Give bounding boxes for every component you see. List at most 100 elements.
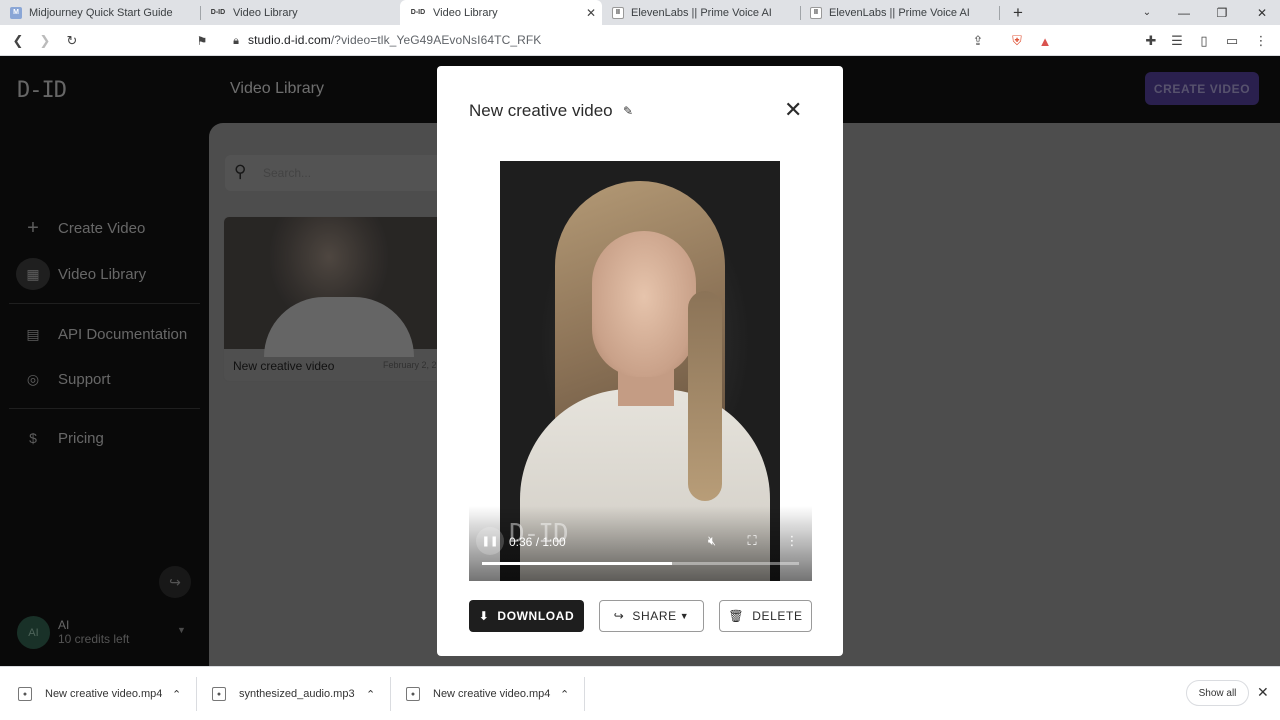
- url-path: /?video=tlk_YeG49AEvoNsI64TC_RFK: [330, 33, 542, 47]
- download-filename: New creative video.mp4: [45, 688, 163, 700]
- tab-search-icon[interactable]: ⌄: [1130, 0, 1164, 25]
- download-label: DOWNLOAD: [497, 609, 575, 623]
- tab-label: Video Library: [233, 6, 298, 19]
- sidebar-item-label: Video Library: [58, 265, 147, 283]
- back-icon[interactable]: ❮: [8, 31, 28, 51]
- share-button[interactable]: ↪ SHARE ▼: [599, 600, 704, 632]
- more-options-icon[interactable]: ⋮: [783, 532, 801, 550]
- video-player[interactable]: D-ID ❚❚ 0:36 / 1:00 🔇︎ ⛶ ⋮: [469, 161, 812, 581]
- sidebar-item-video-library[interactable]: ▦ Video Library: [16, 258, 146, 290]
- reading-list-icon[interactable]: ☰: [1167, 31, 1187, 51]
- sidebar-divider: [9, 303, 200, 304]
- browser-toolbar: ❮ ❯ ↻ ⚑ 🔒︎ studio.d-id.com/?video=tlk_Ye…: [0, 25, 1280, 56]
- downloads-bar: ● New creative video.mp4 ⌃ ● synthesized…: [0, 666, 1280, 720]
- download-filename: synthesized_audio.mp3: [239, 688, 355, 700]
- midjourney-favicon-icon: M: [10, 6, 22, 19]
- tab-label: Midjourney Quick Start Guide: [29, 6, 173, 19]
- page-title: Video Library: [230, 80, 324, 97]
- close-downloads-icon[interactable]: ✕: [1257, 684, 1269, 701]
- user-name: AI: [58, 618, 70, 632]
- create-video-button[interactable]: CREATE VIDEO: [1145, 72, 1259, 105]
- chevron-up-icon[interactable]: ⌃: [560, 667, 569, 720]
- video-modal: New creative video ✎ ✕ D-ID ❚❚ 0:36 / 1:…: [437, 66, 843, 656]
- sidebar-item-support[interactable]: ◎ Support: [16, 363, 111, 395]
- tab-midjourney[interactable]: M Midjourney Quick Start Guide: [0, 0, 200, 25]
- delete-button[interactable]: 🗑︎ DELETE: [719, 600, 812, 632]
- share-page-icon[interactable]: ⇪: [968, 31, 988, 51]
- elevenlabs-favicon-icon: II: [810, 6, 822, 19]
- brave-shield-icon[interactable]: ⛨: [1007, 31, 1027, 51]
- mute-icon[interactable]: 🔇︎: [703, 532, 721, 550]
- sidebar-item-create-video[interactable]: + Create Video: [16, 212, 145, 244]
- sidebar-toggle-icon[interactable]: ▯: [1194, 31, 1214, 51]
- chevron-down-icon: ▼: [679, 611, 690, 621]
- chevron-up-icon[interactable]: ⌃: [172, 667, 181, 720]
- download-item[interactable]: ● synthesized_audio.mp3: [212, 667, 355, 720]
- presenter-face: [592, 231, 696, 377]
- search-input[interactable]: ⚲ Search...: [225, 155, 445, 191]
- share-icon: ↪: [613, 609, 625, 623]
- lifebuoy-icon: ◎: [26, 370, 40, 387]
- tab-elevenlabs-1[interactable]: II ElevenLabs || Prime Voice AI: [602, 0, 800, 25]
- time-display: 0:36 / 1:00: [509, 535, 566, 549]
- search-icon: ⚲: [234, 162, 247, 181]
- tab-video-library-1[interactable]: D-ID Video Library: [200, 0, 400, 25]
- restore-icon[interactable]: ❐: [1205, 0, 1239, 25]
- download-item[interactable]: ● New creative video.mp4: [18, 667, 162, 720]
- sidebar-item-api-docs[interactable]: ▤ API Documentation: [16, 318, 187, 350]
- pause-button[interactable]: ❚❚: [476, 527, 504, 555]
- menu-icon[interactable]: ⋮: [1251, 31, 1271, 51]
- modal-title: New creative video: [469, 101, 613, 120]
- download-item[interactable]: ● New creative video.mp4: [406, 667, 550, 720]
- did-favicon-icon: D-ID: [210, 9, 226, 16]
- tab-label: ElevenLabs || Prime Voice AI: [829, 6, 970, 19]
- file-icon: ●: [212, 687, 226, 701]
- show-all-button[interactable]: Show all: [1186, 680, 1249, 706]
- close-tab-icon[interactable]: ✕: [586, 6, 596, 20]
- new-tab-button[interactable]: +: [1001, 0, 1035, 25]
- close-icon[interactable]: ✕: [784, 99, 802, 121]
- grid-icon: ▦: [16, 258, 50, 290]
- avatar[interactable]: AI: [17, 616, 50, 649]
- video-card-title: New creative video: [233, 359, 335, 373]
- address-bar[interactable]: studio.d-id.com/?video=tlk_YeG49AEvoNsI6…: [248, 33, 541, 47]
- chevron-down-icon[interactable]: ▼: [177, 625, 186, 635]
- wallet-icon[interactable]: ▭: [1222, 31, 1242, 51]
- window-close-icon[interactable]: ✕: [1245, 0, 1279, 25]
- sidebar-item-label: Create Video: [58, 219, 146, 237]
- fullscreen-icon[interactable]: ⛶: [743, 532, 761, 550]
- tab-label: Video Library: [433, 6, 498, 19]
- document-icon: ▤: [26, 325, 40, 342]
- tab-video-library-active[interactable]: D-ID Video Library ✕: [400, 0, 602, 25]
- minimize-icon[interactable]: —: [1167, 0, 1201, 25]
- file-icon: ●: [18, 687, 32, 701]
- forward-icon[interactable]: ❯: [35, 31, 55, 51]
- sidebar-item-label: Pricing: [58, 429, 104, 447]
- chevron-up-icon[interactable]: ⌃: [366, 667, 375, 720]
- pencil-icon[interactable]: ✎: [623, 104, 633, 118]
- sidebar-item-pricing[interactable]: $ Pricing: [16, 422, 104, 454]
- progress-fill: [482, 562, 673, 565]
- video-card-date: February 2, 2: [383, 360, 437, 370]
- share-label: SHARE: [632, 609, 677, 623]
- video-card[interactable]: New creative video February 2, 2: [223, 216, 443, 382]
- did-logo[interactable]: D-ID: [17, 78, 67, 103]
- user-credits: 10 credits left: [58, 632, 130, 646]
- file-icon: ●: [406, 687, 420, 701]
- plus-icon: +: [27, 216, 39, 239]
- extensions-icon[interactable]: ✚: [1141, 31, 1161, 51]
- lock-icon[interactable]: 🔒︎: [226, 31, 246, 51]
- collapse-sidebar-button[interactable]: ↪: [159, 566, 191, 598]
- download-button[interactable]: ⬇ DOWNLOAD: [469, 600, 584, 632]
- tab-elevenlabs-2[interactable]: II ElevenLabs || Prime Voice AI: [800, 0, 998, 25]
- reload-icon[interactable]: ↻: [62, 31, 82, 51]
- browser-tab-strip: M Midjourney Quick Start Guide D-ID Vide…: [0, 0, 1280, 25]
- download-filename: New creative video.mp4: [433, 688, 551, 700]
- sidebar-divider: [9, 408, 200, 409]
- url-host: studio.d-id.com: [248, 33, 331, 47]
- bookmark-icon[interactable]: ⚑: [192, 31, 212, 51]
- tab-label: ElevenLabs || Prime Voice AI: [631, 6, 772, 19]
- brave-rewards-icon[interactable]: ▲: [1035, 31, 1055, 51]
- progress-bar[interactable]: [482, 562, 799, 565]
- delete-label: DELETE: [752, 609, 803, 623]
